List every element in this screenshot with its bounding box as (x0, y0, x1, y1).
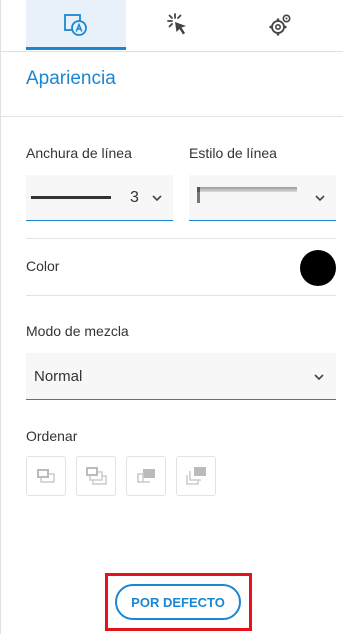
blend-mode-select[interactable]: Normal (26, 353, 336, 400)
blend-mode-label: Modo de mezcla (26, 323, 129, 339)
blend-mode-value: Normal (34, 368, 83, 385)
section-title: Apariencia (26, 68, 116, 89)
bring-to-front-button[interactable] (76, 456, 116, 496)
tab-bar (1, 0, 343, 52)
line-style-label: Estilo de línea (189, 145, 277, 161)
send-to-back-icon (186, 467, 206, 485)
line-width-label: Anchura de línea (26, 145, 132, 161)
order-label: Ordenar (26, 428, 78, 444)
bring-forward-icon (37, 469, 55, 483)
color-label: Color (26, 258, 60, 274)
color-swatch[interactable] (300, 250, 336, 286)
appearance-icon (64, 14, 87, 36)
send-backward-icon (137, 469, 155, 483)
appearance-panel: Apariencia Anchura de línea Estilo de lí… (0, 0, 343, 634)
bring-to-front-icon (86, 467, 107, 485)
chevron-down-icon (314, 374, 324, 381)
send-to-back-button[interactable] (176, 456, 216, 496)
line-style-preview-tail (197, 192, 200, 203)
default-button[interactable]: POR DEFECTO (115, 584, 241, 620)
tab-appearance[interactable] (26, 0, 126, 50)
divider (1, 116, 343, 117)
line-width-preview (31, 196, 111, 199)
line-style-preview (197, 187, 297, 192)
line-style-select[interactable] (189, 175, 336, 221)
line-width-value: 3 (130, 189, 139, 206)
bring-forward-button[interactable] (26, 456, 66, 496)
settings-gear-icon (269, 14, 291, 36)
line-width-select[interactable]: 3 (26, 175, 173, 221)
send-backward-button[interactable] (126, 456, 166, 496)
divider (26, 295, 336, 296)
active-tab-indicator (26, 47, 126, 50)
tab-interaction[interactable] (128, 0, 228, 50)
cursor-click-icon (167, 13, 186, 35)
chevron-down-icon (152, 195, 162, 202)
tab-settings[interactable] (230, 0, 330, 50)
divider (26, 238, 336, 239)
chevron-down-icon (315, 195, 325, 202)
